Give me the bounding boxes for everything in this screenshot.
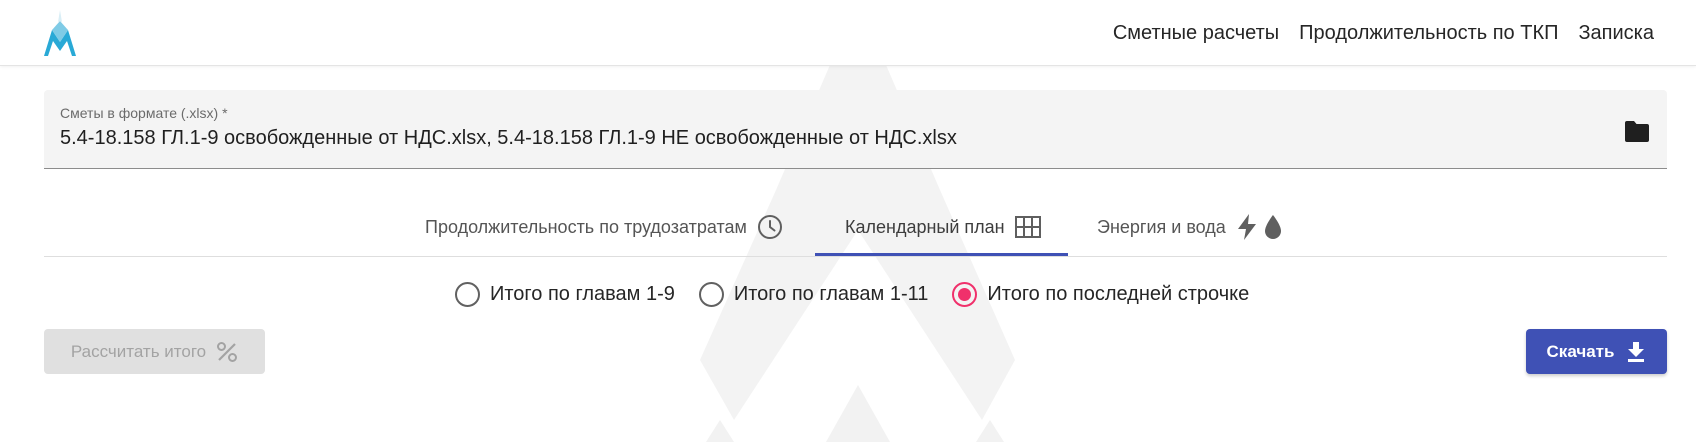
file-field-value[interactable]: 5.4-18.158 ГЛ.1-9 освобожденные от НДС.x… (60, 127, 1597, 150)
calculate-total-button[interactable]: Рассчитать итого (44, 329, 265, 374)
radio-button-checked[interactable] (952, 281, 978, 307)
estimates-file-field[interactable]: Сметы в формате (.xlsx) * 5.4-18.158 ГЛ.… (44, 90, 1667, 169)
tab-labor-duration[interactable]: Продолжительность по трудозатратам (425, 198, 783, 256)
tab-energy-water-label: Энергия и вода (1097, 216, 1226, 237)
folder-icon[interactable] (1623, 120, 1651, 144)
download-button[interactable]: Скачать (1526, 329, 1667, 374)
radio-label: Итого по главам 1-11 (733, 282, 929, 305)
clock-icon (757, 215, 782, 239)
radio-button-unchecked[interactable] (698, 281, 724, 307)
tab-calendar-plan[interactable]: Календарный план (845, 198, 1041, 256)
tab-calendar-plan-label: Календарный план (845, 216, 1005, 237)
lightning-icon (1237, 214, 1256, 240)
tab-labor-duration-label: Продолжительность по трудозатратам (425, 216, 747, 237)
water-drop-icon (1264, 215, 1281, 239)
file-field-label: Сметы в формате (.xlsx) * (60, 105, 228, 121)
active-tab-indicator (815, 253, 1068, 256)
nav-link-note[interactable]: Записка (1578, 22, 1654, 45)
radio-chapters-1-11[interactable]: Итого по главам 1-11 (698, 281, 929, 307)
total-mode-radio-group: Итого по главам 1-9 Итого по главам 1-11… (455, 278, 1249, 310)
radio-chapters-1-9[interactable]: Итого по главам 1-9 (455, 281, 675, 307)
grid-icon (1014, 216, 1041, 238)
tab-bar: Продолжительность по трудозатратам Кален… (44, 198, 1667, 257)
company-logo-icon[interactable] (42, 8, 78, 58)
page: Сметные расчеты Продолжительность по ТКП… (0, 0, 1696, 442)
download-label: Скачать (1546, 341, 1615, 361)
calculate-total-label: Рассчитать итого (70, 341, 207, 361)
radio-label: Итого по главам 1-9 (490, 282, 675, 305)
radio-button-unchecked[interactable] (455, 281, 480, 307)
tab-energy-water[interactable]: Энергия и вода (1097, 198, 1284, 256)
download-icon (1628, 341, 1645, 362)
nav-link-tkp-duration[interactable]: Продолжительность по ТКП (1299, 22, 1558, 45)
top-nav: Сметные расчеты Продолжительность по ТКП… (1113, 0, 1654, 66)
radio-label: Итого по последней строчке (987, 282, 1250, 305)
radio-last-row[interactable]: Итого по последней строчке (952, 281, 1250, 307)
app-header: Сметные расчеты Продолжительность по ТКП… (0, 0, 1696, 66)
percent-icon (217, 341, 238, 362)
nav-link-estimates[interactable]: Сметные расчеты (1113, 22, 1279, 45)
